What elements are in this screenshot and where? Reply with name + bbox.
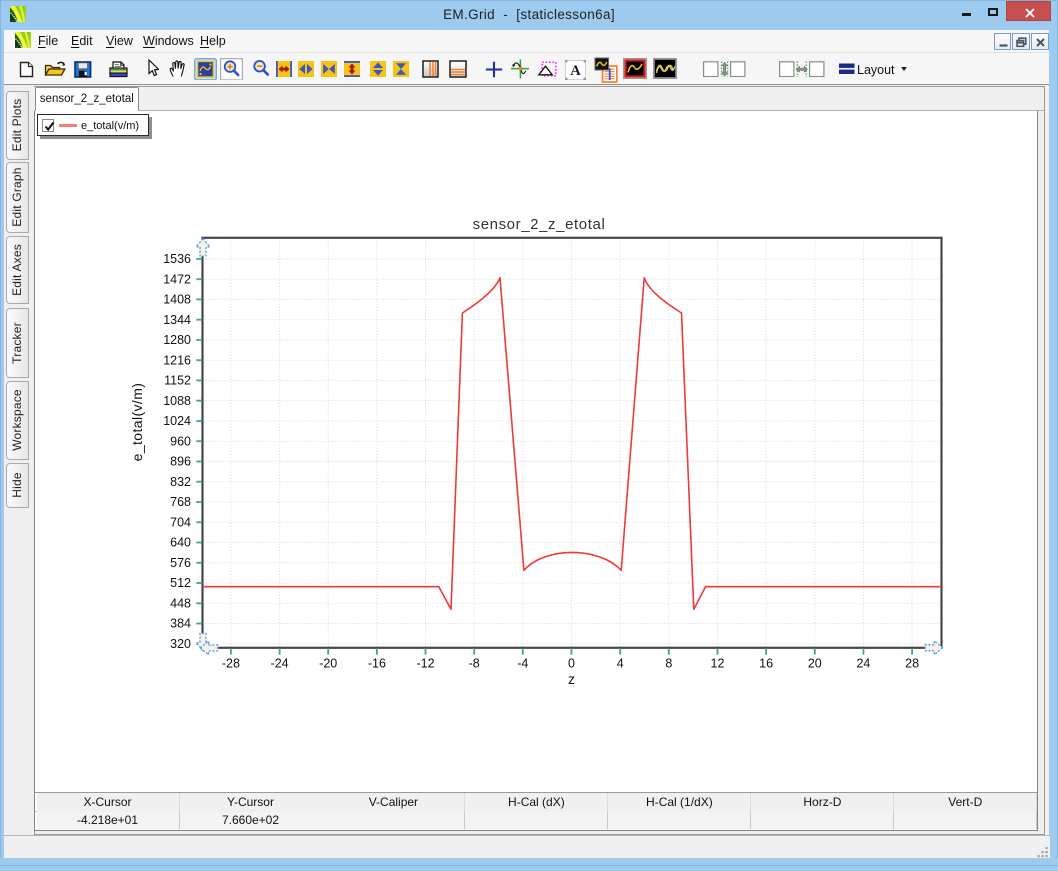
svg-text:e_total(v/m): e_total(v/m) bbox=[129, 383, 145, 462]
svg-text:1280: 1280 bbox=[163, 333, 191, 347]
svg-text:0: 0 bbox=[568, 657, 575, 671]
svg-text:8: 8 bbox=[665, 657, 672, 671]
svg-text:1408: 1408 bbox=[163, 293, 191, 307]
svg-text:640: 640 bbox=[170, 536, 191, 550]
svg-text:4: 4 bbox=[617, 657, 624, 671]
svg-text:576: 576 bbox=[170, 556, 191, 570]
svg-text:28: 28 bbox=[905, 657, 919, 671]
svg-text:-20: -20 bbox=[319, 657, 337, 671]
svg-text:896: 896 bbox=[170, 455, 191, 469]
svg-text:1344: 1344 bbox=[163, 313, 191, 327]
svg-text:1024: 1024 bbox=[163, 414, 191, 428]
svg-text:384: 384 bbox=[170, 617, 191, 631]
svg-text:-12: -12 bbox=[416, 657, 434, 671]
svg-text:1216: 1216 bbox=[163, 353, 191, 367]
svg-text:24: 24 bbox=[856, 657, 870, 671]
svg-text:1472: 1472 bbox=[163, 272, 191, 286]
svg-text:448: 448 bbox=[170, 597, 191, 611]
svg-text:16: 16 bbox=[759, 657, 773, 671]
svg-text:-24: -24 bbox=[271, 657, 289, 671]
svg-text:-4: -4 bbox=[517, 657, 528, 671]
svg-text:1152: 1152 bbox=[164, 374, 191, 388]
svg-text:512: 512 bbox=[170, 576, 191, 590]
svg-text:12: 12 bbox=[711, 657, 725, 671]
svg-text:1088: 1088 bbox=[163, 394, 191, 408]
svg-text:-28: -28 bbox=[222, 657, 240, 671]
svg-text:-16: -16 bbox=[368, 657, 386, 671]
svg-text:z: z bbox=[568, 671, 575, 687]
svg-text:sensor_2_z_etotal: sensor_2_z_etotal bbox=[473, 216, 606, 233]
svg-text:768: 768 bbox=[170, 495, 191, 509]
svg-text:20: 20 bbox=[808, 657, 822, 671]
svg-text:320: 320 bbox=[170, 637, 191, 651]
svg-text:704: 704 bbox=[170, 516, 191, 530]
svg-text:832: 832 bbox=[170, 475, 191, 489]
svg-text:1536: 1536 bbox=[163, 252, 191, 266]
svg-text:-8: -8 bbox=[469, 657, 480, 671]
svg-text:960: 960 bbox=[170, 434, 191, 448]
